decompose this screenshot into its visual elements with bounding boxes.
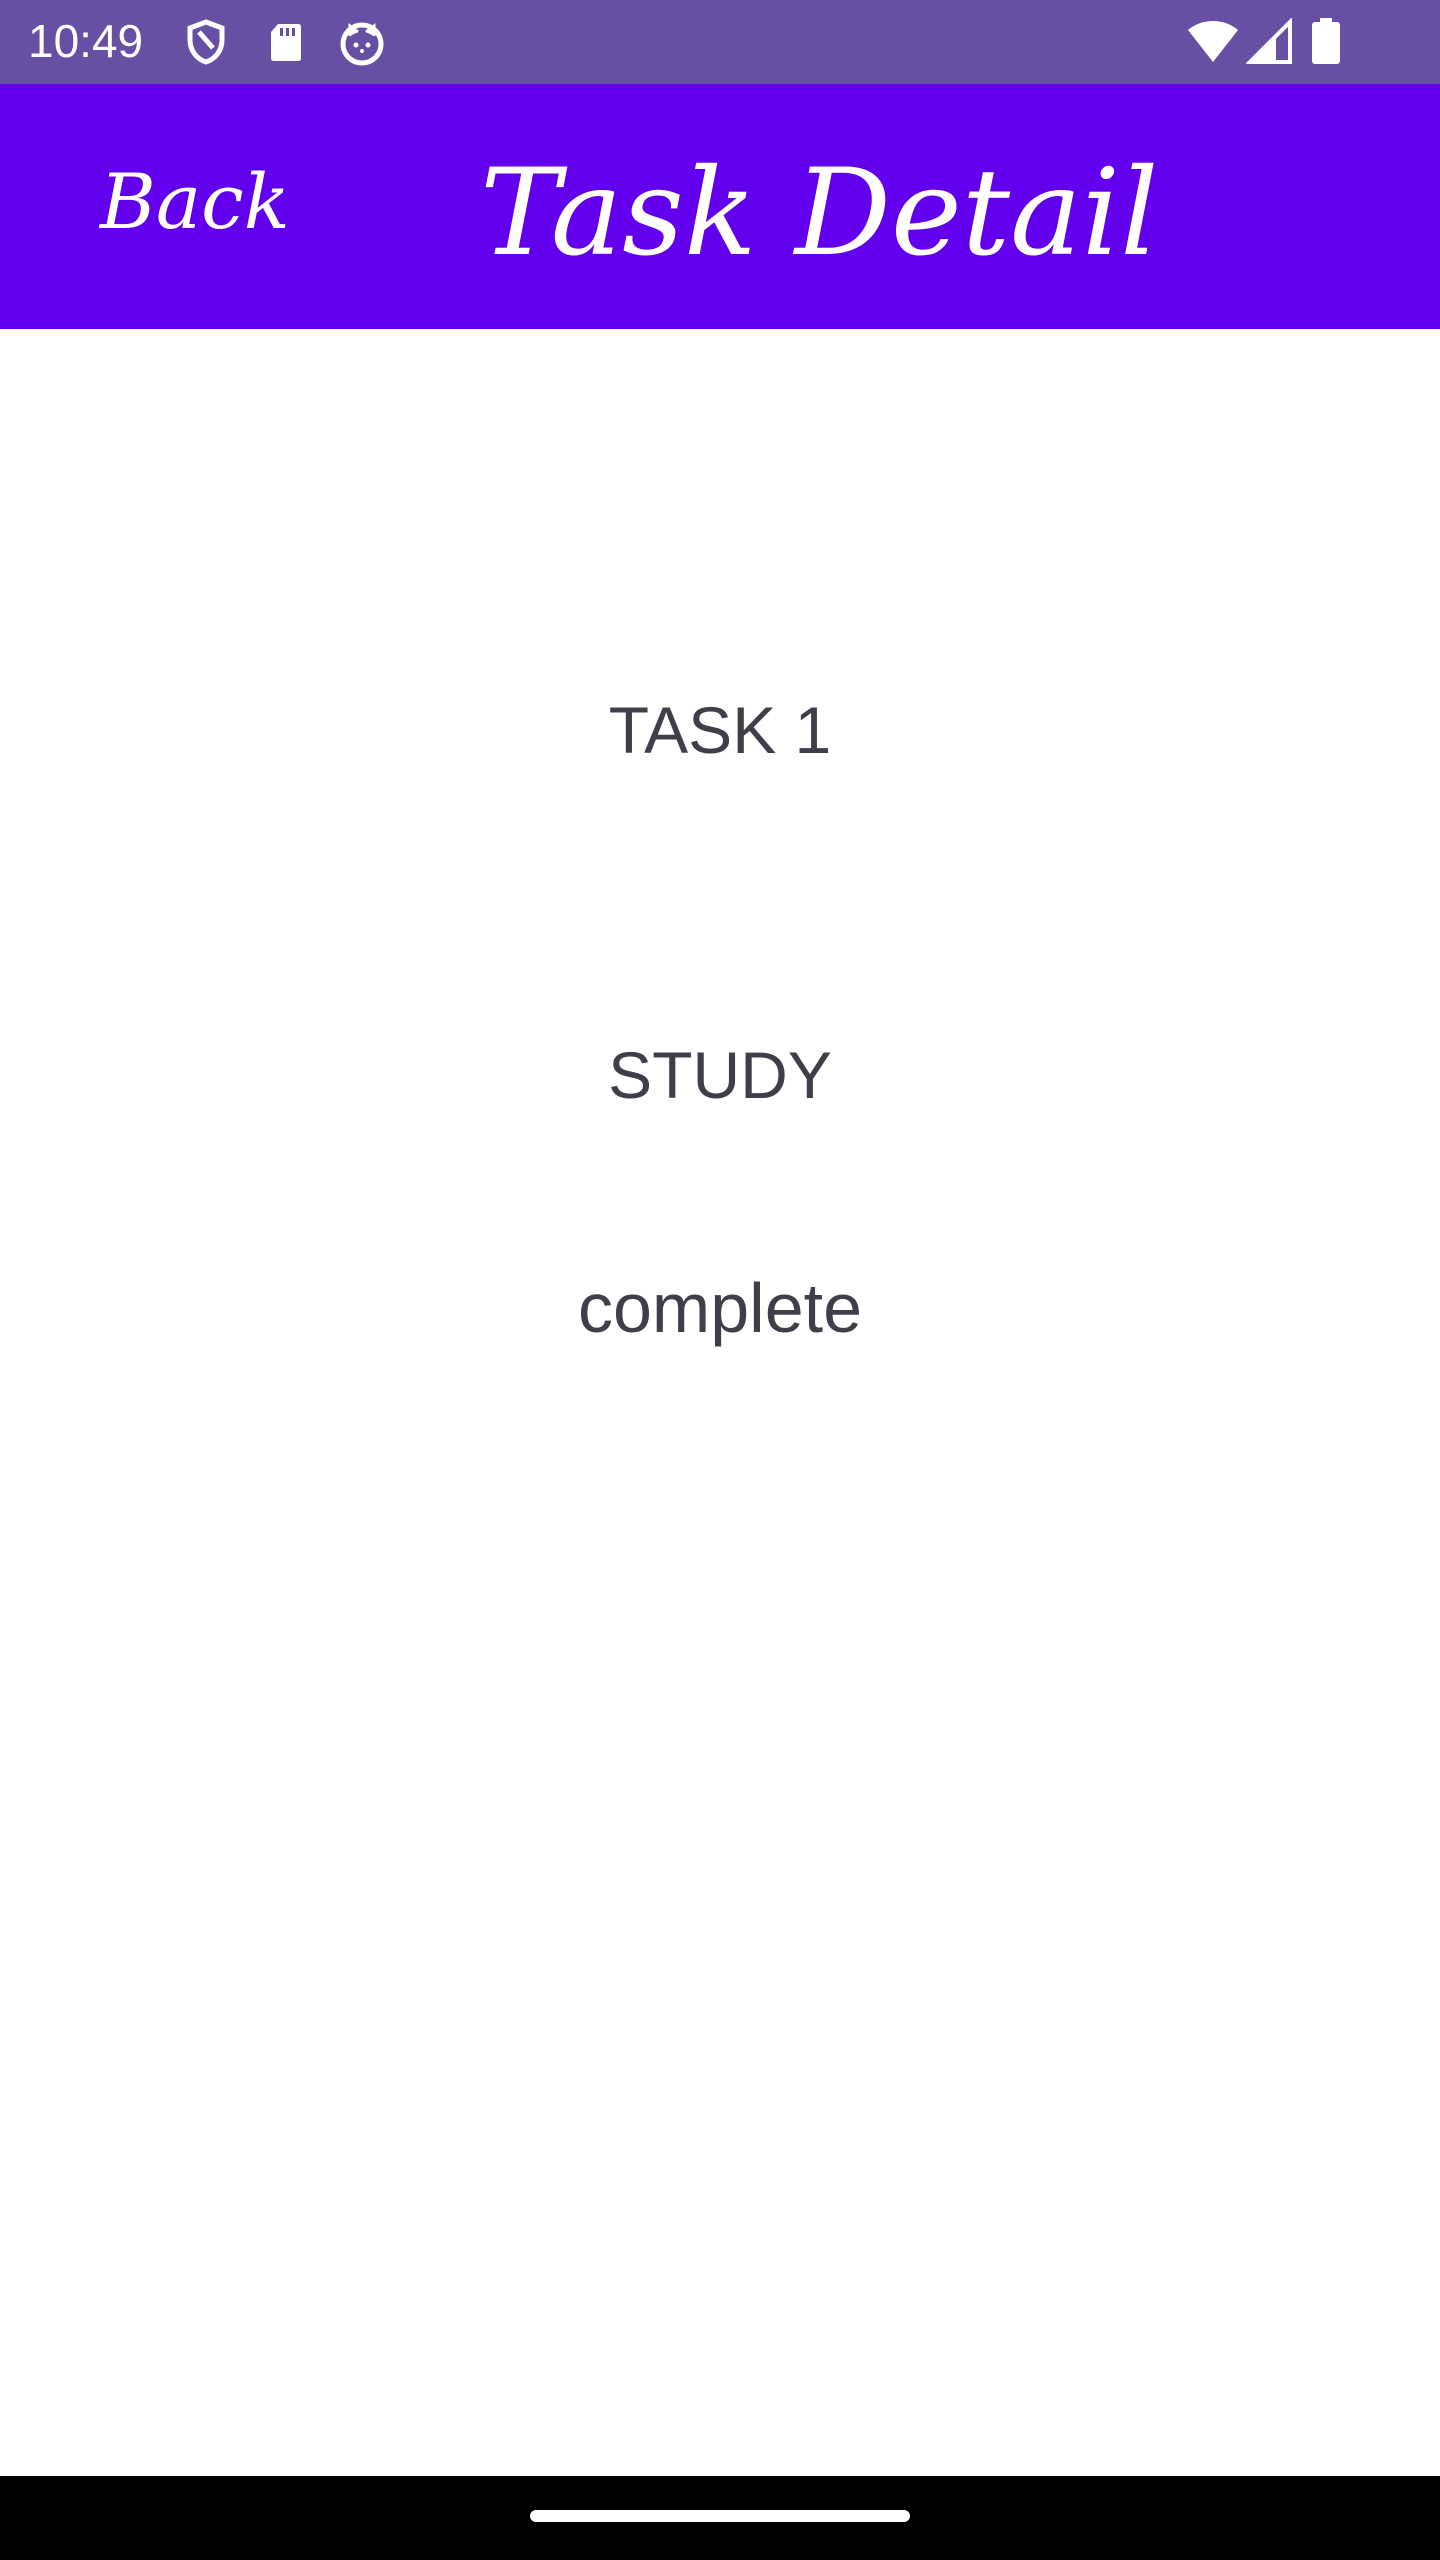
cellular-signal-icon — [1245, 17, 1294, 66]
navigation-bar — [0, 2476, 1440, 2560]
back-button[interactable]: Back — [100, 152, 290, 252]
cat-face-icon — [338, 18, 386, 66]
sd-card-icon — [262, 18, 310, 66]
home-gesture-handle[interactable] — [530, 2510, 910, 2522]
battery-icon — [1312, 18, 1340, 66]
status-time: 10:49 — [28, 15, 144, 67]
task-category: STUDY — [608, 1038, 832, 1112]
task-status: complete — [577, 1269, 863, 1347]
shield-icon — [182, 18, 230, 66]
task-name: TASK 1 — [608, 693, 832, 767]
wifi-icon — [1186, 18, 1240, 66]
app-bar: Back Task Detail — [0, 84, 1440, 329]
status-bar: 10:49 — [0, 0, 1440, 84]
page-title: Task Detail — [480, 144, 1159, 283]
